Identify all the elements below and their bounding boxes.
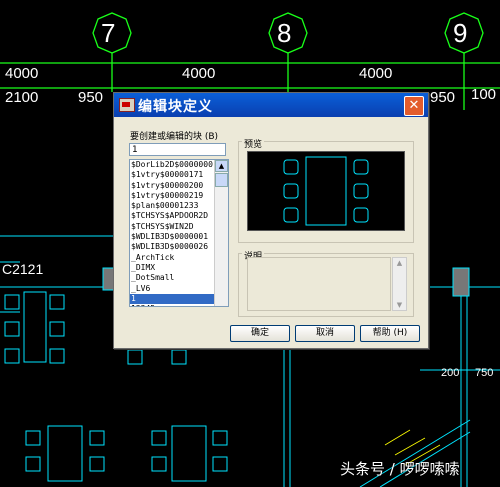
- scroll-down-icon[interactable]: ▼: [393, 300, 406, 310]
- scrollbar-thumb[interactable]: [215, 173, 228, 187]
- help-button[interactable]: 帮助 (H): [360, 325, 420, 342]
- block-name-input[interactable]: 1: [129, 143, 226, 156]
- close-button[interactable]: ✕: [404, 96, 424, 116]
- scroll-up-icon[interactable]: ▲: [393, 258, 406, 268]
- dimension-text: 2100: [5, 89, 39, 106]
- preview-label: 预览: [242, 137, 265, 150]
- dialog-titlebar[interactable]: 编辑块定义 ✕: [114, 93, 428, 117]
- block-preview: [247, 151, 405, 231]
- block-name-label: 要创建或编辑的块 (B): [130, 132, 219, 142]
- edit-block-definition-dialog: 编辑块定义 ✕ 要创建或编辑的块 (B) 1 $DorLib2D$0000000…: [113, 92, 429, 349]
- autocad-app-icon: [119, 98, 135, 112]
- dialog-title: 编辑块定义: [138, 99, 213, 115]
- dimension-text: 4000: [359, 65, 393, 82]
- watermark: 头条号 / 啰啰嗦嗦: [340, 460, 460, 478]
- dimension-text: 200: [441, 367, 460, 379]
- ok-button[interactable]: 确定: [230, 325, 290, 342]
- dimension-text: 4000: [5, 65, 39, 82]
- description-text[interactable]: [247, 257, 391, 311]
- dining-table-preview-icon: [283, 156, 369, 226]
- close-icon: ✕: [408, 98, 420, 113]
- scroll-up-icon[interactable]: ▲: [215, 160, 228, 172]
- cancel-button[interactable]: 取消: [295, 325, 355, 342]
- block-list-scrollbar[interactable]: ▲: [214, 160, 228, 306]
- grid-label-7: 7: [101, 18, 116, 48]
- grid-label-8: 8: [277, 18, 292, 48]
- block-list[interactable]: $DorLib2D$0000000 $1vtry$00000171 $1vtry$0…: [129, 159, 229, 307]
- dimension-text: 950: [78, 89, 104, 106]
- dimension-text: 100: [471, 86, 497, 103]
- room-label: C2121: [2, 261, 44, 277]
- dimension-text: 950: [430, 89, 456, 106]
- grid-label-9: 9: [453, 18, 468, 48]
- dimension-text: 4000: [182, 65, 216, 82]
- description-scrollbar[interactable]: ▲ ▼: [392, 257, 407, 311]
- dimension-text: 750: [475, 367, 494, 379]
